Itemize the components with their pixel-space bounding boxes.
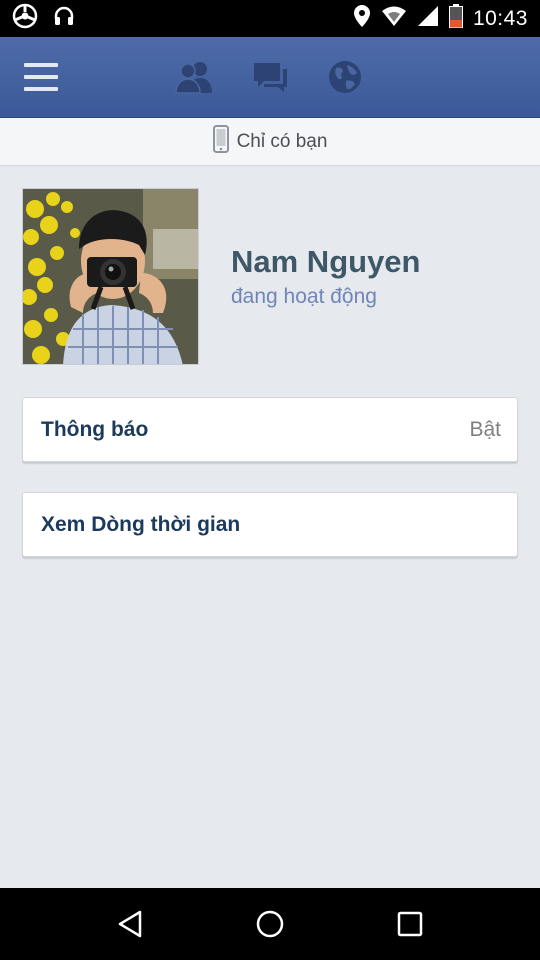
friend-requests-icon[interactable] [174, 59, 214, 95]
notifications-value: Bật [469, 417, 501, 441]
battery-icon [448, 4, 463, 33]
back-icon[interactable] [100, 894, 160, 954]
status-left [12, 3, 76, 34]
audience-label: Chỉ có bạn [236, 130, 328, 152]
mobile-phone-icon [212, 124, 229, 159]
profile-status: đang hoạt động [231, 285, 377, 308]
status-bar: 10:43 [0, 0, 540, 37]
status-time: 10:43 [472, 6, 528, 30]
menu-icon[interactable] [24, 63, 58, 91]
profile-section: Nam Nguyen đang hoạt động [22, 188, 518, 366]
system-nav-bar [0, 888, 540, 960]
audience-selector[interactable]: Chỉ có bạn [0, 118, 540, 166]
messages-icon[interactable] [250, 59, 290, 95]
notifications-label: Thông báo [41, 417, 149, 441]
home-icon[interactable] [240, 894, 300, 954]
recents-icon[interactable] [380, 894, 440, 954]
view-timeline-button[interactable]: Xem Dòng thời gian [22, 492, 518, 557]
top-nav [0, 37, 540, 118]
wifi-icon [381, 5, 407, 32]
profile-name[interactable]: Nam Nguyen [231, 244, 420, 280]
status-right: 10:43 [353, 4, 528, 33]
headset-icon [52, 4, 76, 33]
notifications-setting-row[interactable]: Thông báo Bật [22, 397, 518, 462]
steering-wheel-icon [12, 3, 38, 34]
avatar[interactable] [22, 188, 199, 365]
notifications-globe-icon[interactable] [325, 59, 365, 95]
signal-icon [417, 5, 439, 32]
location-pin-icon [353, 4, 371, 33]
screen: 10:43 Chỉ có bạn Nam Nguyen đang hoạt độ… [0, 0, 540, 960]
view-timeline-label: Xem Dòng thời gian [41, 512, 241, 536]
